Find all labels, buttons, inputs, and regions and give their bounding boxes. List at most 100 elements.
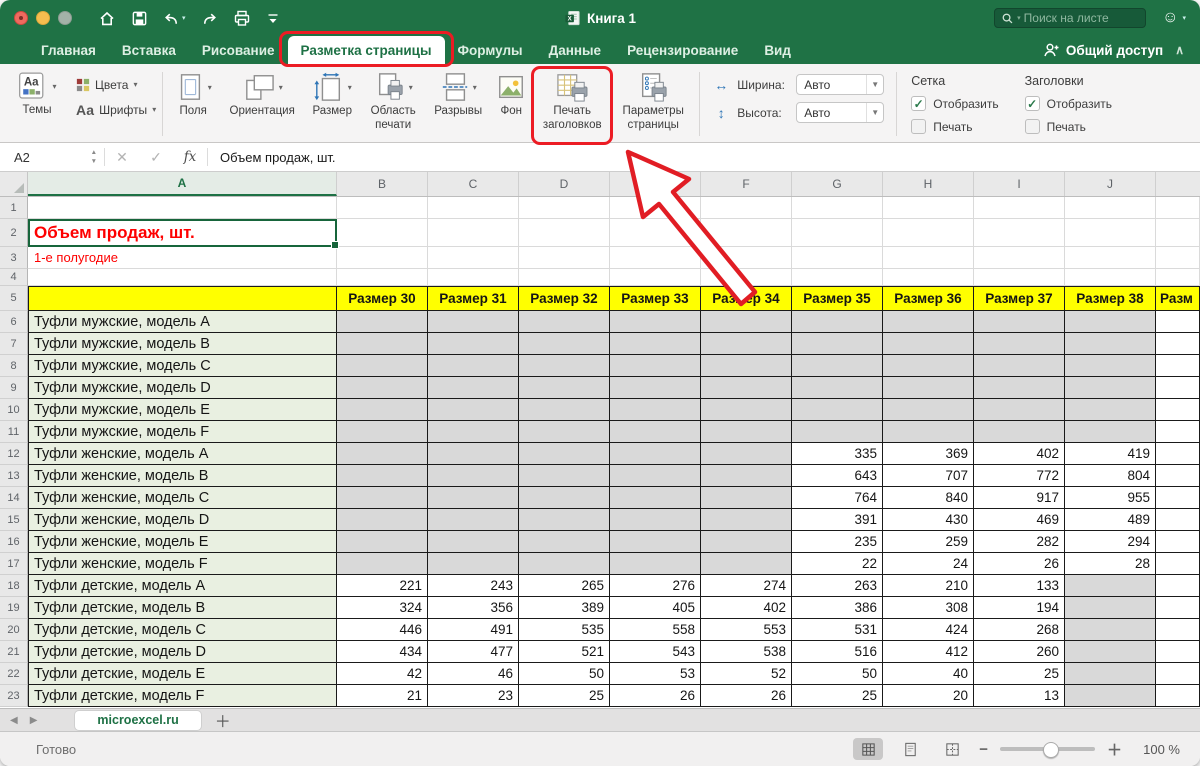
cell[interactable]: 221: [337, 575, 428, 597]
cell[interactable]: 402: [974, 443, 1065, 465]
sheet-title-cell[interactable]: Объем продаж, шт.: [28, 219, 337, 247]
cell[interactable]: [1156, 399, 1200, 421]
cell[interactable]: [792, 333, 883, 355]
cell[interactable]: [337, 333, 428, 355]
cell[interactable]: [1065, 685, 1156, 707]
cell[interactable]: [1065, 399, 1156, 421]
zoom-slider[interactable]: [1000, 747, 1095, 751]
name-box-stepper[interactable]: ▲▼: [91, 149, 104, 166]
normal-view-button[interactable]: [853, 738, 883, 760]
cell[interactable]: [519, 531, 610, 553]
cell[interactable]: [883, 421, 974, 443]
cell[interactable]: [701, 355, 792, 377]
cell[interactable]: 324: [337, 597, 428, 619]
cell[interactable]: [1156, 575, 1200, 597]
feedback-menu[interactable]: ☺▾: [1162, 9, 1186, 27]
cell[interactable]: 917: [974, 487, 1065, 509]
cell[interactable]: [701, 421, 792, 443]
cell[interactable]: 558: [610, 619, 701, 641]
cell[interactable]: [974, 399, 1065, 421]
cell[interactable]: 22: [792, 553, 883, 575]
width-select[interactable]: Авто ▼: [796, 74, 884, 95]
fonts-button[interactable]: Аа Шрифты ▾: [76, 99, 156, 120]
cell[interactable]: [792, 355, 883, 377]
cell[interactable]: [974, 247, 1065, 269]
tab-page-layout[interactable]: Разметка страницы: [288, 36, 445, 64]
cell[interactable]: [519, 553, 610, 575]
cell[interactable]: [792, 197, 883, 219]
cell[interactable]: [1065, 377, 1156, 399]
row-header-18[interactable]: 18: [0, 575, 28, 597]
share-button[interactable]: Общий доступ: [1043, 42, 1163, 58]
tab-formulas[interactable]: Формулы: [445, 36, 536, 64]
cell[interactable]: [428, 377, 519, 399]
cell[interactable]: [519, 219, 610, 247]
cell[interactable]: [610, 553, 701, 575]
cell[interactable]: [1156, 487, 1200, 509]
cell[interactable]: 391: [792, 509, 883, 531]
cell[interactable]: 194: [974, 597, 1065, 619]
cell[interactable]: [1065, 247, 1156, 269]
cell[interactable]: [428, 219, 519, 247]
cell[interactable]: 840: [883, 487, 974, 509]
cell[interactable]: [610, 443, 701, 465]
row-header-10[interactable]: 10: [0, 399, 28, 421]
undo-dropdown-icon[interactable]: ▾: [182, 14, 186, 22]
cell[interactable]: 268: [974, 619, 1065, 641]
cell[interactable]: [337, 509, 428, 531]
colors-button[interactable]: Цвета ▾: [76, 74, 156, 95]
cell[interactable]: 477: [428, 641, 519, 663]
page-break-view-button[interactable]: [937, 738, 967, 760]
cell[interactable]: [519, 247, 610, 269]
cell[interactable]: [428, 531, 519, 553]
cell[interactable]: 535: [519, 619, 610, 641]
cell[interactable]: [883, 247, 974, 269]
row-header-1[interactable]: 1: [0, 197, 28, 219]
cell[interactable]: 21: [337, 685, 428, 707]
cell[interactable]: [1156, 421, 1200, 443]
cell[interactable]: [428, 487, 519, 509]
cell[interactable]: 804: [1065, 465, 1156, 487]
cell[interactable]: [1156, 619, 1200, 641]
cell[interactable]: [519, 399, 610, 421]
cell[interactable]: 274: [701, 575, 792, 597]
cell[interactable]: 276: [610, 575, 701, 597]
tab-review[interactable]: Рецензирование: [614, 36, 751, 64]
cell[interactable]: 489: [1065, 509, 1156, 531]
cell[interactable]: [610, 377, 701, 399]
gridlines-option-2[interactable]: ✓Печать: [911, 119, 998, 134]
cell[interactable]: 516: [792, 641, 883, 663]
size-header-cell[interactable]: Размер 31: [428, 286, 519, 311]
save-icon[interactable]: [131, 10, 148, 27]
cell[interactable]: [428, 421, 519, 443]
print-icon[interactable]: [233, 10, 251, 27]
zoom-slider-knob[interactable]: [1043, 742, 1059, 758]
size-button[interactable]: ▾Размер: [307, 68, 357, 140]
add-sheet-icon[interactable]: ＋: [215, 708, 231, 732]
cell[interactable]: 955: [1065, 487, 1156, 509]
row-header-9[interactable]: 9: [0, 377, 28, 399]
cell[interactable]: [428, 269, 519, 286]
cell[interactable]: 405: [610, 597, 701, 619]
row-header-6[interactable]: 6: [0, 311, 28, 333]
formula-content[interactable]: Объем продаж, шт.: [220, 150, 336, 165]
cell[interactable]: [610, 509, 701, 531]
cell[interactable]: [428, 509, 519, 531]
cell[interactable]: 553: [701, 619, 792, 641]
size-header-cell[interactable]: Размер 33: [610, 286, 701, 311]
cell[interactable]: [883, 333, 974, 355]
cell[interactable]: 707: [883, 465, 974, 487]
cell[interactable]: [1156, 509, 1200, 531]
fullscreen-window-button[interactable]: [58, 11, 72, 25]
cell[interactable]: [337, 487, 428, 509]
themes-button[interactable]: Aa ▾ Темы: [8, 69, 66, 140]
row-label-cell[interactable]: Туфли детские, модель E: [28, 663, 337, 685]
cell[interactable]: [337, 269, 428, 286]
cell[interactable]: [519, 269, 610, 286]
cell[interactable]: [337, 421, 428, 443]
row-header-5[interactable]: 5: [0, 286, 28, 311]
cell[interactable]: [28, 197, 337, 219]
cell[interactable]: [701, 531, 792, 553]
cell[interactable]: 294: [1065, 531, 1156, 553]
sheet-tab-active[interactable]: microexcel.ru: [75, 711, 200, 730]
